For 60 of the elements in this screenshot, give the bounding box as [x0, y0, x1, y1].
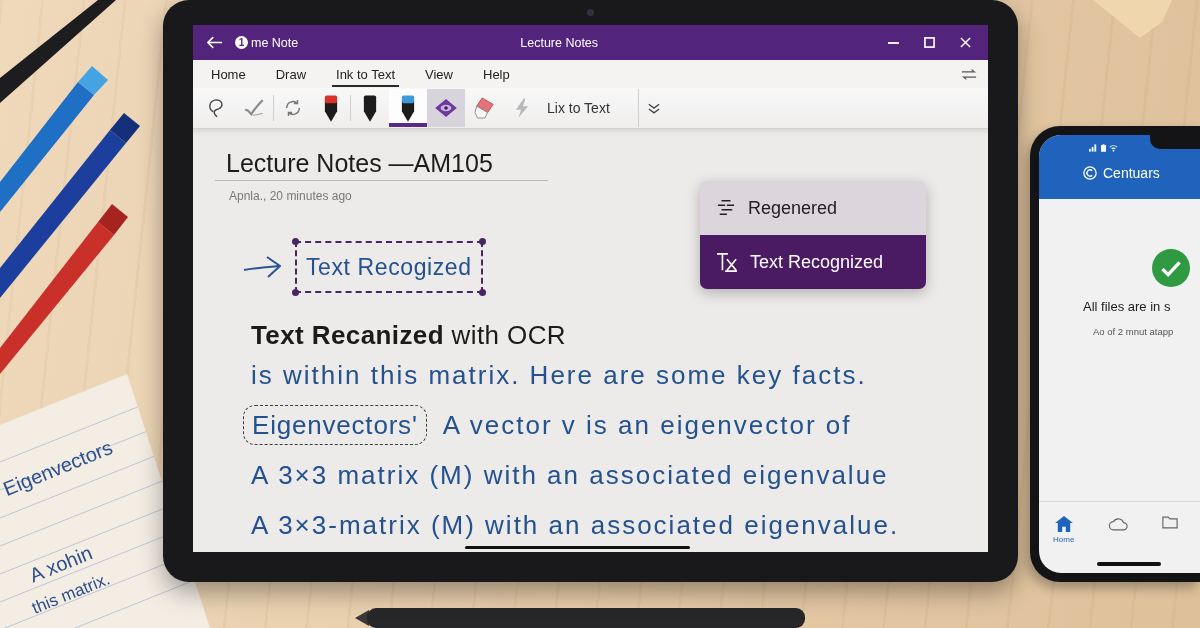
- lasso-selection[interactable]: Eigenvectors': [243, 405, 427, 445]
- swap-arrows-icon: [961, 68, 977, 80]
- nav-tab[interactable]: Home: [1053, 516, 1075, 544]
- back-arrow-icon: [207, 36, 223, 49]
- wifi-icon: [1109, 144, 1118, 152]
- lines-icon: [716, 199, 736, 217]
- menu-item[interactable]: Text Recognized: [700, 235, 926, 289]
- close-icon: [959, 37, 971, 48]
- sync-detail: Ao of 2 mnut atapp: [1093, 326, 1174, 337]
- ink-text: A 3×3-matrix (M) with an associated eigenvalue.: [251, 509, 900, 541]
- menu-tab[interactable]: Help: [479, 61, 514, 87]
- circle-c-icon: [1083, 166, 1097, 180]
- selection-handle[interactable]: [478, 238, 486, 245]
- signal-icon: [1089, 144, 1098, 152]
- home-icon: [1054, 516, 1073, 532]
- selection-box[interactable]: Text Recogized: [295, 241, 483, 293]
- selection-handle[interactable]: [292, 238, 299, 245]
- home-indicator: [1097, 562, 1161, 566]
- ink-text: Text Recogized: [306, 254, 472, 280]
- minimize-icon: [887, 41, 899, 44]
- sync-status: All files are in s: [1083, 299, 1171, 314]
- ink-text: Eigenvectors': [252, 410, 418, 440]
- diamond-icon: [435, 99, 457, 117]
- ink-text: A vector v is an eigenvector of: [442, 409, 852, 441]
- ink-text: A 3×3 matrix (M) with an associated eigenvalue: [251, 459, 889, 491]
- recognized-heading: Text Recanized with OCR: [251, 320, 567, 350]
- camera-icon: [587, 9, 594, 16]
- ink-text: is within this matrix. Here are some key facts.: [251, 359, 867, 391]
- pen-tool[interactable]: [389, 89, 427, 127]
- maximize-icon: [923, 37, 935, 48]
- window-title: Lecture Notes: [520, 35, 599, 50]
- menu-tab[interactable]: Ink to Text: [332, 61, 400, 87]
- phone-title: Centuars: [1103, 165, 1160, 181]
- double-chevron-icon: [647, 102, 660, 114]
- app-name: me Note: [251, 35, 299, 50]
- rotate-icon: [284, 99, 302, 117]
- menu-tab[interactable]: View: [421, 61, 457, 87]
- lasso-icon: [207, 98, 225, 118]
- cloud-icon: [1108, 516, 1129, 531]
- app-badge: 1: [235, 36, 248, 49]
- page-timestamp: Apnla., 20 minutes ago: [229, 189, 352, 203]
- menu-tab[interactable]: Home: [207, 61, 250, 87]
- nav-tab[interactable]: [1108, 516, 1129, 531]
- diamond-tool[interactable]: [427, 89, 465, 127]
- nav-tab[interactable]: [1162, 516, 1179, 529]
- check-icon: [1152, 249, 1190, 287]
- convert-button[interactable]: Lix to Text: [541, 89, 639, 127]
- lightning-icon: [515, 98, 529, 118]
- eraser-icon: [474, 97, 494, 119]
- ribbon-options-button[interactable]: [960, 67, 978, 81]
- selection-handle[interactable]: [478, 289, 486, 296]
- menu-item[interactable]: Regenered: [700, 181, 926, 235]
- page-title: Lecture Notes —AM105: [215, 149, 548, 181]
- menu-tab[interactable]: Draw: [271, 61, 311, 87]
- selection-handle[interactable]: [292, 289, 299, 296]
- text-format-icon: [716, 252, 738, 272]
- ink-stroke-icon: [244, 99, 264, 117]
- ink-arrow: [243, 256, 281, 278]
- folder-icon: [1162, 516, 1179, 529]
- battery-icon: [1101, 144, 1106, 152]
